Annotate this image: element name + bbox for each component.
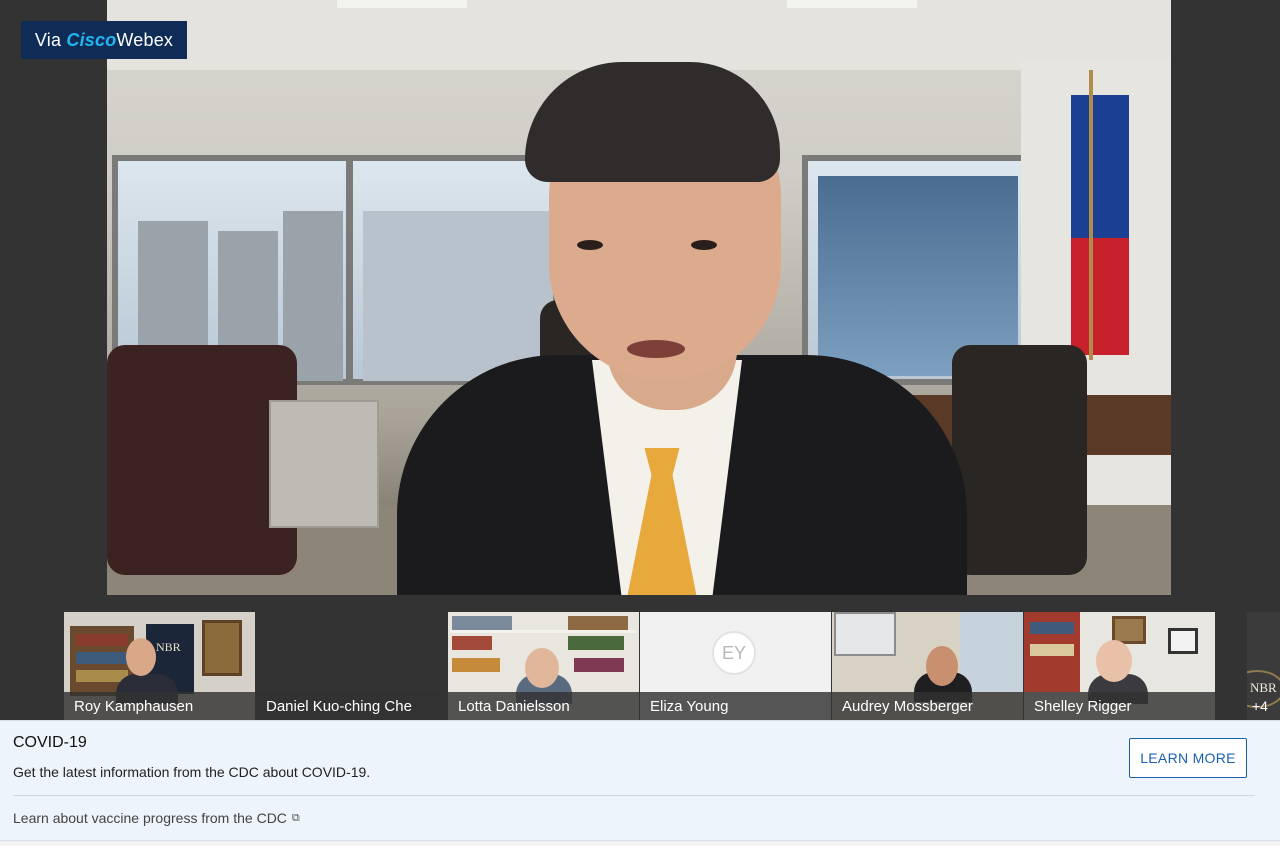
main-speaker-video — [107, 0, 1171, 595]
participant-name: Audrey Mossberger — [842, 697, 973, 715]
participant-strip[interactable]: NBR Roy Kamphausen Daniel Kuo-ching Che … — [0, 612, 1280, 720]
ceiling-light — [787, 0, 917, 8]
vaccine-progress-link[interactable]: Learn about vaccine progress from the CD… — [13, 810, 300, 826]
badge-prefix: Via — [34, 29, 67, 50]
covid-info-panel: COVID-19 Get the latest information from… — [0, 720, 1280, 841]
speaker-eye — [691, 240, 717, 250]
speaker-hair — [525, 62, 780, 182]
nbr-logo: NBR — [1250, 680, 1277, 695]
participant-tile[interactable]: Daniel Kuo-ching Che — [256, 612, 447, 720]
office-window — [347, 155, 557, 385]
participant-video — [1024, 612, 1215, 704]
learn-more-button[interactable]: LEARN MORE — [1129, 738, 1247, 778]
participant-name: Roy Kamphausen — [74, 697, 194, 715]
participant-tile[interactable]: NBR Roy Kamphausen — [64, 612, 255, 720]
participant-label: Audrey Mossberger — [832, 692, 1023, 720]
participant-label: Daniel Kuo-ching Che — [256, 692, 447, 720]
badge-brand-cisco: Cisco — [66, 29, 117, 50]
participant-video — [832, 612, 1023, 702]
participant-name: Daniel Kuo-ching Che — [266, 697, 412, 715]
office-chair — [952, 345, 1087, 575]
external-link-icon: ⧉ — [291, 811, 300, 824]
speaker-mouth — [627, 340, 685, 358]
participant-label: Eliza Young — [640, 692, 831, 720]
participant-video: NBR — [64, 612, 255, 704]
participant-tile[interactable]: EY Eliza Young — [640, 612, 831, 720]
covid-title: COVID-19 — [13, 734, 87, 751]
flag-pole — [1089, 70, 1093, 360]
participant-name: Lotta Danielsson — [458, 697, 570, 715]
participant-label: Lotta Danielsson — [448, 692, 639, 720]
more-participants-button[interactable]: NBR +4 — [1247, 612, 1280, 720]
nbr-logo: NBR — [156, 640, 181, 654]
office-ceiling — [107, 0, 1171, 70]
file-cabinet — [269, 400, 379, 528]
overflow-count: +4 — [1252, 698, 1268, 714]
participant-label: Roy Kamphausen — [64, 692, 255, 720]
ceiling-light — [337, 0, 467, 8]
participant-tile[interactable]: Shelley Rigger — [1024, 612, 1215, 720]
participant-avatar: EY — [712, 631, 756, 675]
participant-label: Shelley Rigger — [1024, 692, 1215, 720]
participant-name: Shelley Rigger — [1034, 697, 1132, 715]
participant-name: Eliza Young — [650, 697, 729, 715]
flag — [1071, 95, 1129, 355]
covid-description: Get the latest information from the CDC … — [13, 764, 371, 780]
badge-brand-webex: Webex — [116, 29, 174, 50]
participant-tile[interactable]: Audrey Mossberger — [832, 612, 1023, 720]
divider — [13, 795, 1255, 796]
participant-video — [448, 612, 639, 704]
page-bottom-edge — [0, 841, 1280, 846]
speaker-eye — [577, 240, 603, 250]
vaccine-link-text[interactable]: Learn about vaccine progress from the CD… — [13, 810, 287, 826]
webex-badge: Via Cisco Webex — [21, 21, 187, 59]
participant-tile[interactable]: Lotta Danielsson — [448, 612, 639, 720]
